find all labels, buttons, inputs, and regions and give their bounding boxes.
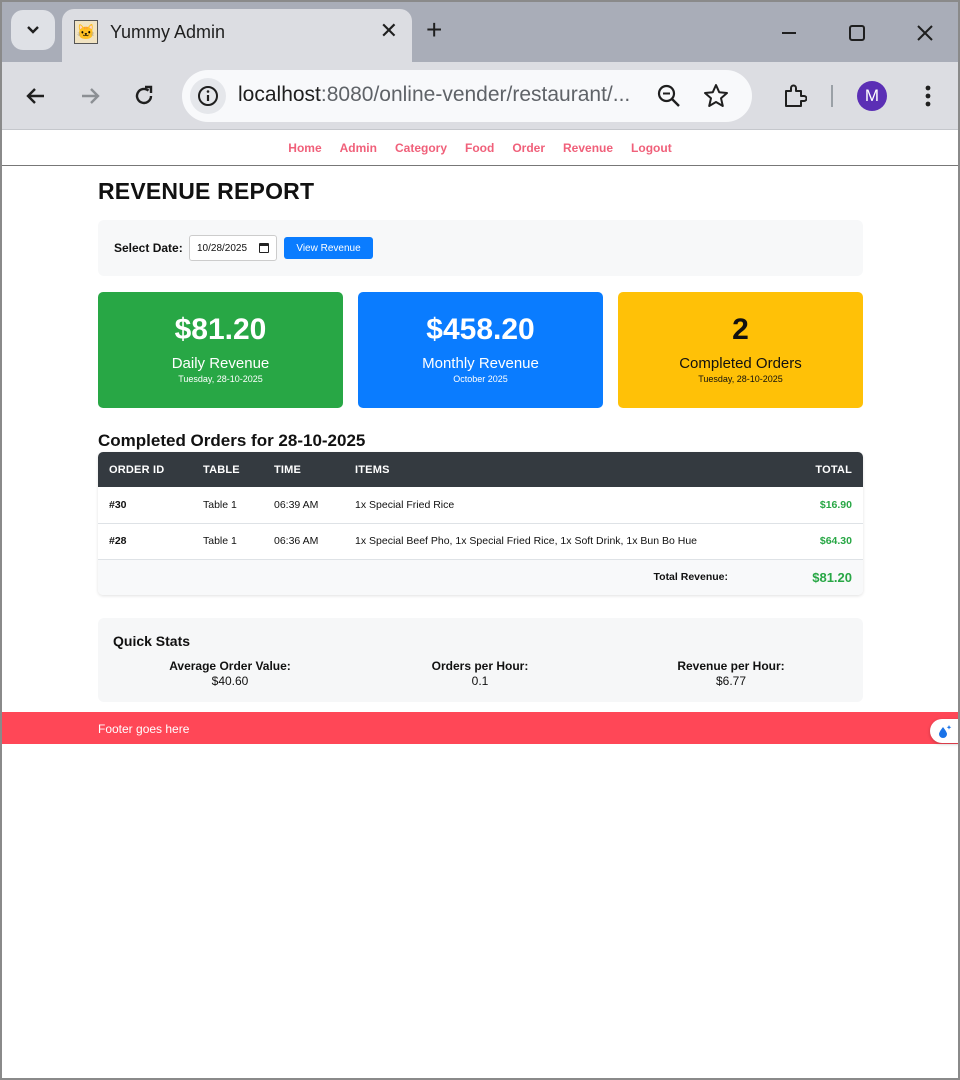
total-cell: $64.30 (819, 535, 852, 547)
table-cell: Table 1 (203, 535, 237, 547)
monthly-revenue-label: Monthly Revenue (422, 355, 539, 372)
nav-link-admin[interactable]: Admin (331, 141, 386, 155)
footer-text: Footer goes here (98, 722, 190, 736)
browser-toolbar: localhost:8080/online-vender/restaurant/… (2, 62, 958, 130)
column-header-order-id: ORDER ID (109, 463, 165, 476)
orders-section-title: Completed Orders for 28-10-2025 (98, 431, 366, 450)
time-cell: 06:39 AM (274, 498, 319, 511)
new-tab-icon[interactable]: + (426, 16, 442, 44)
menu-kebab-icon[interactable] (914, 82, 942, 110)
daily-revenue-card: $81.20 Daily Revenue Tuesday, 28-10-2025 (98, 292, 343, 408)
stat-label: Revenue per Hour: (677, 659, 785, 673)
address-bar[interactable]: localhost:8080/online-vender/restaurant/… (182, 70, 752, 122)
view-revenue-button[interactable]: View Revenue (284, 237, 373, 259)
nav-link-logout[interactable]: Logout (622, 141, 681, 155)
date-label: Select Date: (114, 241, 183, 255)
nav-link-revenue[interactable]: Revenue (554, 141, 622, 155)
browser-window: 🐱 Yummy Admin ✕ + localhost:8080/online-… (0, 0, 960, 1080)
monthly-revenue-value: $458.20 (426, 313, 535, 346)
nav-link-home[interactable]: Home (279, 141, 330, 155)
minimize-icon[interactable] (774, 18, 804, 48)
table-total-row: Total Revenue: $81.20 (98, 559, 863, 595)
table-cell: Table 1 (203, 498, 237, 511)
table-row: #30 Table 1 06:39 AM 1x Special Fried Ri… (98, 487, 863, 523)
page-title: REVENUE REPORT (98, 178, 315, 204)
order-id-cell: #28 (109, 535, 127, 547)
back-icon[interactable] (22, 82, 50, 110)
tab-title: Yummy Admin (110, 22, 226, 42)
table-row: #28 Table 1 06:36 AM 1x Special Beef Pho… (98, 523, 863, 559)
stat-label: Average Order Value: (169, 659, 291, 673)
page-content: Home Admin Category Food Order Revenue L… (2, 131, 958, 1078)
stat-value: 0.1 (471, 674, 489, 688)
toolbar-divider (831, 85, 833, 107)
nav-link-order[interactable]: Order (503, 141, 554, 155)
top-navigation: Home Admin Category Food Order Revenue L… (2, 131, 958, 166)
items-cell: 1x Special Fried Rice (355, 498, 455, 511)
total-revenue-value: $81.20 (812, 569, 852, 585)
tomcat-favicon-icon: 🐱 (74, 20, 98, 44)
orders-table-container: ORDER ID TABLE TIME ITEMS TOTAL #30 Tabl… (98, 452, 863, 595)
column-header-time: TIME (274, 463, 302, 476)
total-revenue-label: Total Revenue: (653, 571, 728, 584)
completed-orders-card: 2 Completed Orders Tuesday, 28-10-2025 (618, 292, 863, 408)
monthly-revenue-period: October 2025 (453, 374, 508, 384)
profile-avatar[interactable]: M (857, 81, 887, 111)
stat-average-order-value: Average Order Value: $40.60 (105, 659, 355, 688)
floating-assistant-icon[interactable] (930, 719, 958, 743)
bookmark-star-icon[interactable] (702, 82, 730, 110)
forward-icon[interactable] (76, 82, 104, 110)
zoom-out-icon[interactable] (656, 83, 682, 109)
completed-orders-label: Completed Orders (679, 355, 802, 372)
column-header-table: TABLE (203, 463, 240, 476)
tab-close-icon[interactable]: ✕ (380, 19, 398, 43)
items-cell: 1x Special Beef Pho, 1x Special Fried Ri… (355, 535, 698, 547)
column-header-items: ITEMS (355, 463, 390, 476)
page-footer: Footer goes here (2, 712, 958, 744)
quick-stats-title: Quick Stats (113, 633, 191, 649)
total-cell: $16.90 (819, 498, 852, 511)
calendar-icon[interactable] (259, 243, 269, 253)
stat-orders-per-hour: Orders per Hour: 0.1 (355, 659, 605, 688)
stat-value: $6.77 (715, 674, 747, 688)
completed-orders-date: Tuesday, 28-10-2025 (698, 374, 783, 384)
column-header-total: TOTAL (815, 463, 852, 476)
site-info-icon[interactable] (190, 78, 226, 114)
nav-link-category[interactable]: Category (386, 141, 456, 155)
active-tab[interactable]: 🐱 Yummy Admin ✕ (62, 9, 412, 62)
stat-label: Orders per Hour: (431, 659, 529, 673)
table-header-row: ORDER ID TABLE TIME ITEMS TOTAL (98, 452, 863, 487)
stat-value: $40.60 (211, 674, 249, 688)
completed-orders-value: 2 (732, 313, 749, 346)
monthly-revenue-card: $458.20 Monthly Revenue October 2025 (358, 292, 603, 408)
maximize-icon[interactable] (842, 18, 872, 48)
order-id-cell: #30 (109, 498, 127, 511)
time-cell: 06:36 AM (274, 535, 319, 547)
tab-search-button[interactable] (11, 10, 55, 50)
url-host: localhost (238, 83, 321, 106)
date-input[interactable]: 10/28/2025 (189, 235, 277, 261)
daily-revenue-value: $81.20 (174, 313, 267, 346)
tab-bar: 🐱 Yummy Admin ✕ + (2, 2, 958, 62)
date-input-value: 10/28/2025 (197, 242, 248, 254)
quick-stats-panel: Quick Stats Average Order Value: $40.60 … (98, 618, 863, 702)
orders-table: ORDER ID TABLE TIME ITEMS TOTAL #30 Tabl… (98, 452, 863, 595)
stat-revenue-per-hour: Revenue per Hour: $6.77 (606, 659, 856, 688)
chevron-down-icon (27, 26, 39, 34)
nav-link-food[interactable]: Food (456, 141, 503, 155)
url-path: :8080/online-vender/restaurant/... (320, 83, 631, 106)
reload-icon[interactable] (130, 82, 158, 110)
daily-revenue-label: Daily Revenue (171, 355, 270, 372)
extensions-icon[interactable] (780, 82, 808, 110)
close-window-icon[interactable] (910, 18, 940, 48)
daily-revenue-date: Tuesday, 28-10-2025 (178, 374, 263, 384)
url-text[interactable]: localhost:8080/online-vender/restaurant/… (238, 83, 630, 107)
date-filter-panel: Select Date: 10/28/2025 View Revenue (98, 220, 863, 276)
